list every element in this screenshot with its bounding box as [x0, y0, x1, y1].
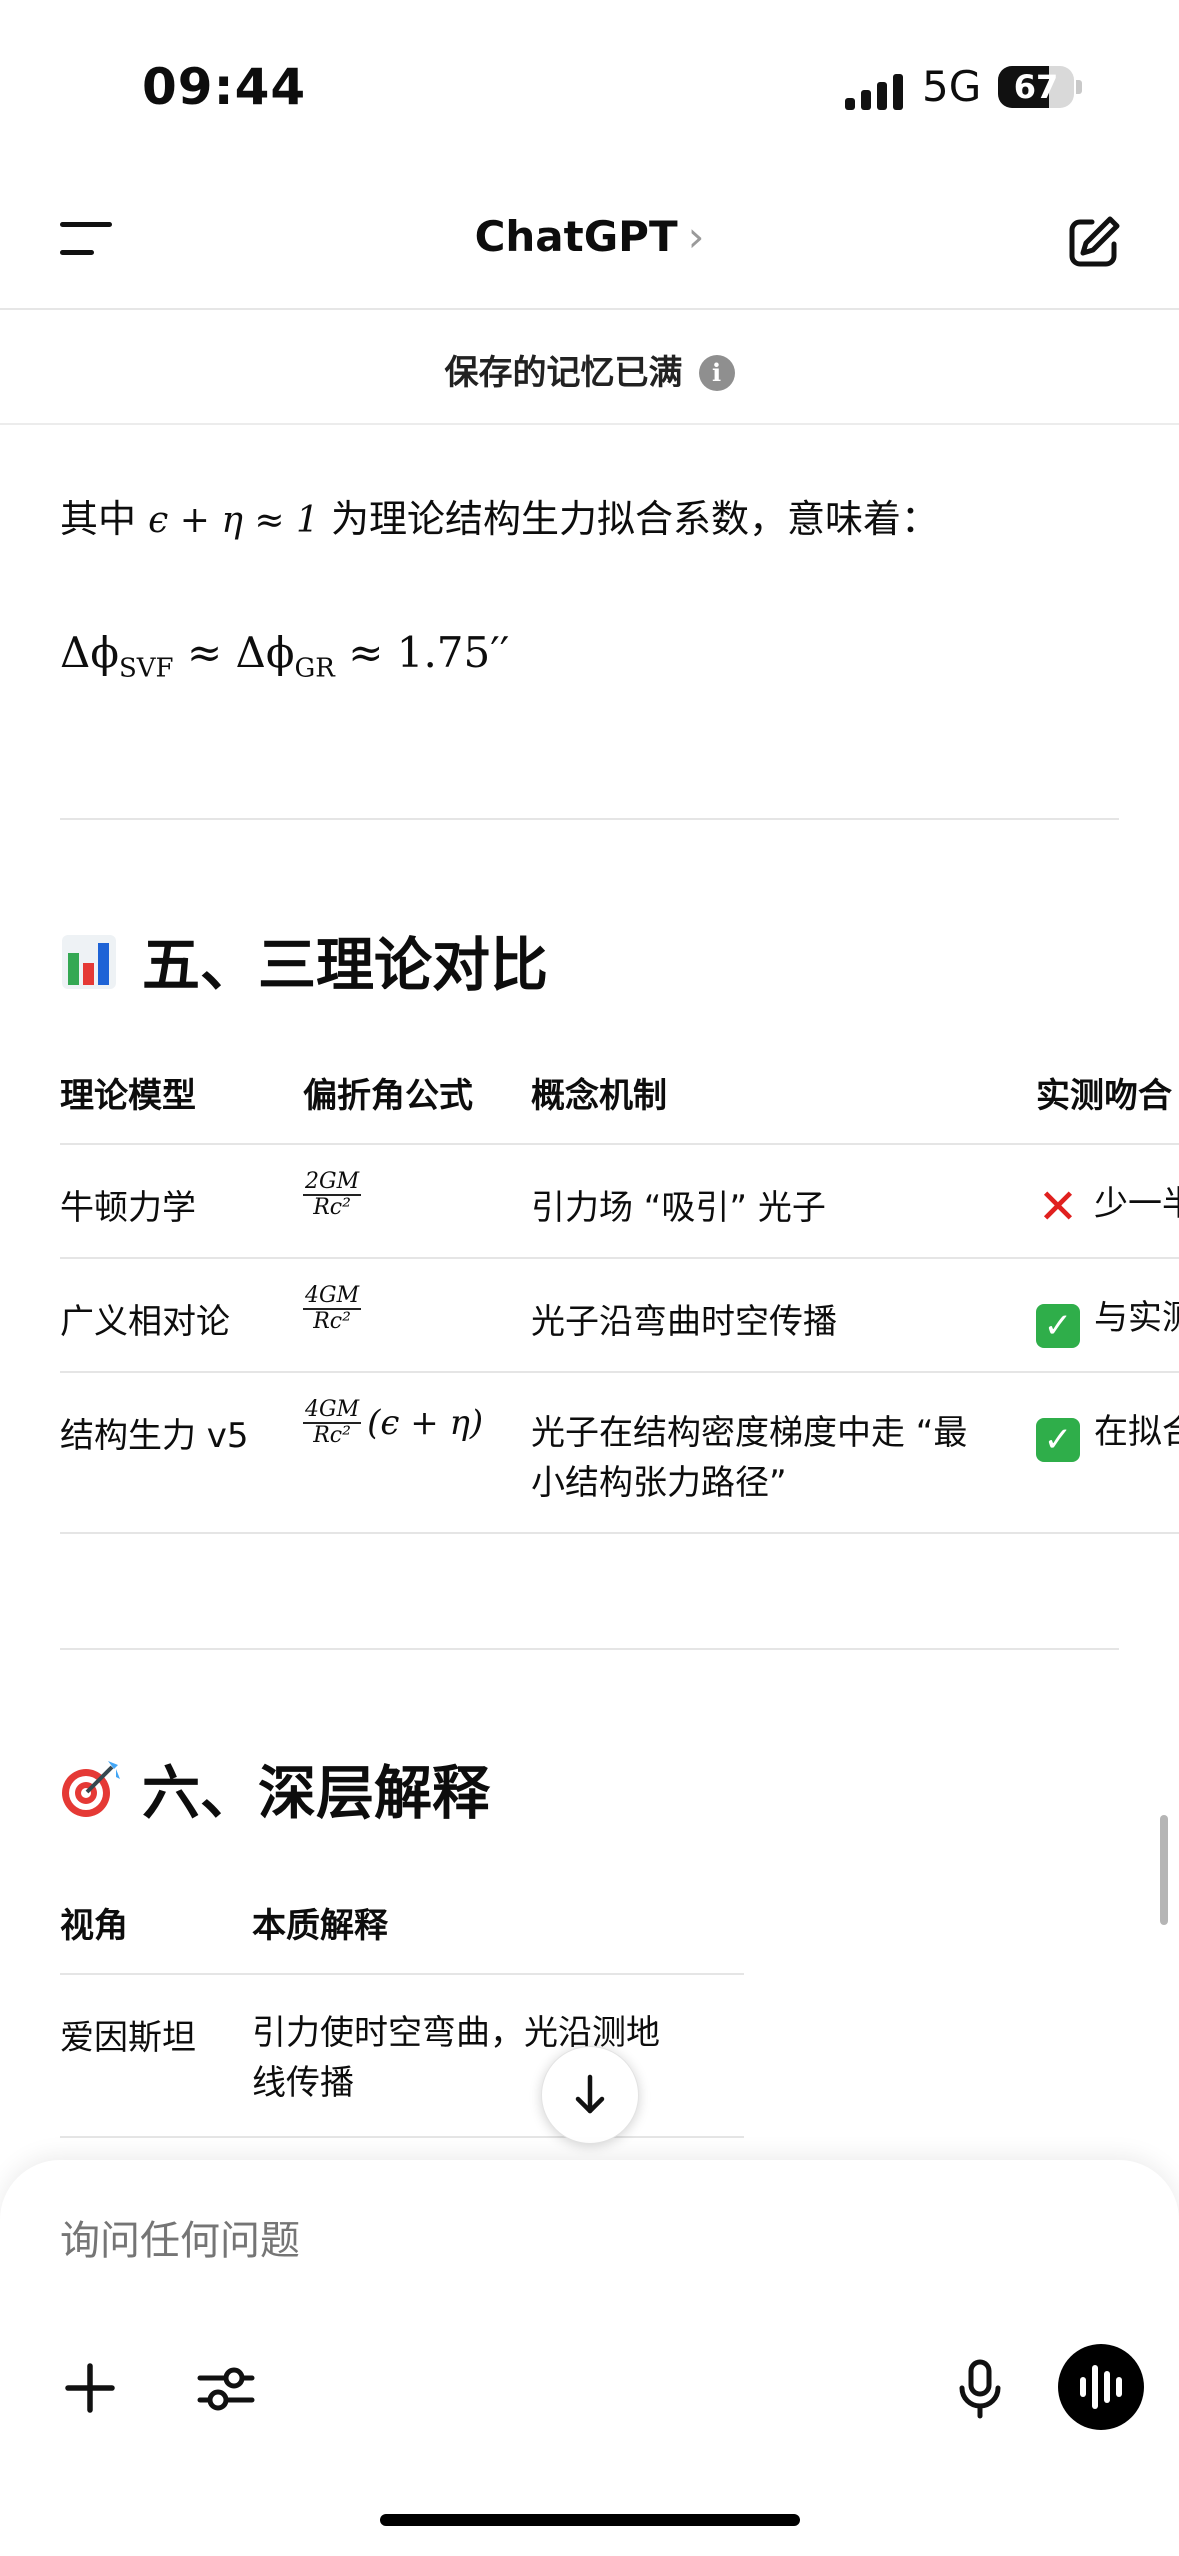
- frac-tail: (ϵ + η): [367, 1403, 484, 1443]
- banner-divider: [0, 423, 1179, 425]
- frac-denominator: Rc²: [313, 1309, 351, 1334]
- model-selector[interactable]: ChatGPT ›: [0, 212, 1179, 261]
- deflection-equation: ΔϕSVF ≈ ΔϕGR ≈ 1.75′′: [60, 628, 509, 683]
- section6-title: 六、深层解释: [142, 1759, 491, 1827]
- cell-mechanism-svf: 光子在结构密度梯度中走 “最 小结构张力路径”: [531, 1408, 967, 1508]
- eq-delta-gr: Δϕ: [235, 628, 295, 677]
- info-icon[interactable]: i: [698, 355, 735, 391]
- section-heading-comparison: 五、三理论对比: [60, 918, 548, 1002]
- paragraph-coefficient: 其中 ϵ + η ≈ 1 为理论结构生力拟合系数，意味着：: [60, 488, 939, 543]
- battery-cap: [1076, 80, 1082, 94]
- table-row-divider: [60, 2136, 744, 2138]
- microphone-icon: [959, 2359, 1001, 2419]
- frac-numerator: 4GM: [303, 1397, 362, 1424]
- eq-approx: ≈: [173, 628, 236, 677]
- battery-percentage: 67: [1013, 68, 1059, 106]
- plus-icon: [65, 2363, 115, 2413]
- cross-mark-icon: ✕: [1037, 1179, 1079, 1235]
- status-time: 09:44: [142, 58, 307, 116]
- cell-formula-gr: 4GM Rc²: [303, 1283, 362, 1334]
- arrow-down-icon: [575, 2074, 605, 2114]
- col-header-model: 理论模型: [60, 1076, 196, 1116]
- section5-title: 五、三理论对比: [142, 931, 549, 999]
- dart-target-emoji-icon: [60, 1757, 120, 1817]
- cell-model-svf: 结构生力 v5: [60, 1416, 249, 1456]
- section-heading-deep-explanation: 六、深层解释: [60, 1746, 490, 1830]
- scrollbar-thumb[interactable]: [1160, 1815, 1168, 1925]
- message-input[interactable]: [60, 2218, 960, 2264]
- tools-button[interactable]: [186, 2348, 266, 2428]
- microphone-button[interactable]: [940, 2348, 1020, 2428]
- section-divider: [60, 818, 1119, 820]
- cell-mechanism-newton: 引力场 “吸引” 光子: [531, 1188, 826, 1228]
- check-mark-icon: ✓: [1036, 1418, 1080, 1462]
- frac-denominator: Rc²: [313, 1195, 351, 1220]
- mechanism-line-1: 光子在结构密度梯度中走 “最: [531, 1413, 968, 1453]
- table-row-divider: [60, 1371, 1179, 1373]
- frac-numerator: 2GM: [303, 1169, 362, 1196]
- cell-fit-newton: ✕ 少一半: [1036, 1176, 1179, 1235]
- col-header-fit: 实测吻合: [1036, 1076, 1172, 1116]
- table-row-divider: [60, 1973, 744, 1975]
- memory-full-text: 保存的记忆已满: [444, 353, 683, 393]
- table-row-divider: [60, 1257, 1179, 1259]
- col-header-view: 视角: [60, 1906, 128, 1946]
- add-attachment-button[interactable]: [50, 2348, 130, 2428]
- compose-icon[interactable]: [1066, 214, 1122, 270]
- cell-formula-newton: 2GM Rc²: [303, 1169, 362, 1220]
- fit-text: 与实测: [1094, 1298, 1179, 1338]
- eq-sub-svf: SVF: [118, 653, 174, 684]
- fit-text: 少一半: [1094, 1184, 1179, 1224]
- eq-value: ≈ 1.75′′: [334, 628, 510, 677]
- eq-delta-svf: Δϕ: [60, 628, 119, 677]
- network-type: 5G: [922, 62, 982, 111]
- cell-model-gr: 广义相对论: [60, 1302, 230, 1342]
- page-title: ChatGPT: [474, 212, 678, 261]
- scroll-to-bottom-button[interactable]: [541, 2046, 639, 2144]
- home-indicator[interactable]: [380, 2514, 800, 2526]
- bar-chart-emoji-icon: [60, 933, 118, 991]
- header-divider: [0, 308, 1179, 310]
- eq-sub-gr: GR: [294, 653, 335, 684]
- col-header-formula: 偏折角公式: [303, 1076, 473, 1116]
- mechanism-line-2: 小结构张力路径”: [531, 1463, 787, 1503]
- paragraph-prefix: 其中: [60, 497, 137, 541]
- table-row-divider: [60, 1143, 1179, 1145]
- paragraph-suffix: 为理论结构生力拟合系数，意味着：: [330, 497, 939, 541]
- cell-formula-svf: 4GM Rc² (ϵ + η): [303, 1398, 483, 1448]
- waveform-icon: [1080, 2365, 1122, 2409]
- cell-fit-gr: ✓ 与实测: [1036, 1290, 1179, 1348]
- frac-numerator: 4GM: [303, 1283, 362, 1310]
- check-mark-icon: ✓: [1036, 1304, 1080, 1348]
- chevron-right-icon: ›: [687, 212, 705, 261]
- cell-view-einstein: 爱因斯坦: [60, 2018, 196, 2058]
- table-row-divider: [60, 1532, 1179, 1534]
- fit-text: 在拟合: [1094, 1412, 1179, 1452]
- col-header-explain: 本质解释: [252, 1906, 388, 1946]
- voice-mode-button[interactable]: [1058, 2344, 1144, 2430]
- cell-model-newton: 牛顿力学: [60, 1188, 196, 1228]
- sliders-icon: [197, 2367, 255, 2411]
- section-divider: [60, 1648, 1119, 1650]
- memory-full-banner[interactable]: 保存的记忆已满 i: [0, 345, 1179, 394]
- frac-denominator: Rc²: [313, 1423, 351, 1448]
- cell-mechanism-gr: 光子沿弯曲时空传播: [531, 1302, 837, 1342]
- inline-math: ϵ + η ≈ 1: [148, 500, 319, 541]
- cell-fit-svf: ✓ 在拟合: [1036, 1404, 1179, 1462]
- battery-icon: 67: [998, 66, 1074, 108]
- cellular-signal-icon: [845, 66, 905, 110]
- col-header-mechanism: 概念机制: [531, 1076, 667, 1116]
